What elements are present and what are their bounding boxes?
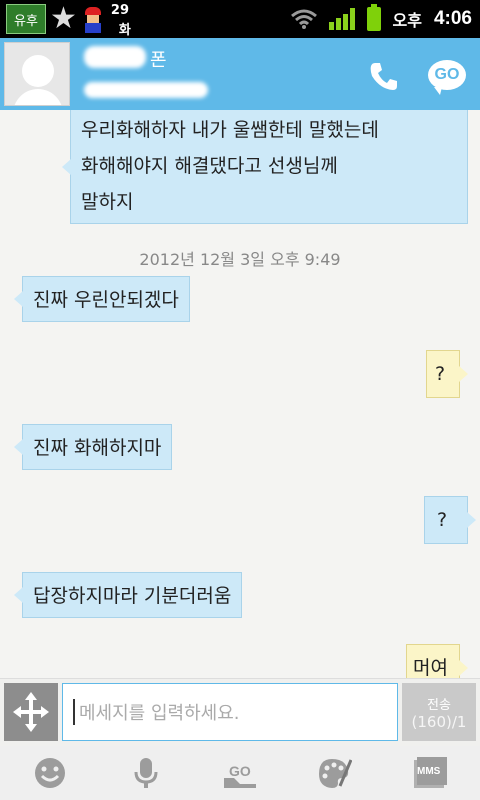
send-label: 전송 bbox=[427, 697, 451, 713]
microphone-icon[interactable] bbox=[128, 756, 164, 790]
message-bubble-outgoing[interactable]: ? bbox=[424, 496, 476, 544]
attachment-toolbar: GO MMS bbox=[0, 746, 480, 800]
star-icon: ★ bbox=[50, 1, 77, 36]
message-text: 진짜 우린안되겠다 bbox=[33, 289, 179, 311]
message-line: 말하지 bbox=[81, 191, 134, 213]
system-icons: 오후 4:06 bbox=[290, 4, 472, 34]
contact-name-redacted bbox=[84, 46, 146, 68]
wifi-icon bbox=[290, 9, 317, 29]
mms-icon[interactable]: MMS bbox=[412, 756, 448, 790]
conversation-header: 폰 GO bbox=[0, 38, 480, 110]
notification-icons: 유후 ★ 29 화 bbox=[6, 1, 139, 38]
mario-icon bbox=[81, 5, 107, 33]
app-badge-label: 유후 bbox=[14, 13, 38, 29]
message-text: 진짜 화해하지마 bbox=[33, 437, 162, 459]
calendar-weekday: 화 bbox=[118, 23, 131, 38]
svg-text:GO: GO bbox=[229, 763, 251, 779]
app-notification-icon: 유후 bbox=[6, 4, 46, 34]
message-bubble-incoming[interactable]: 답장하지마라 기분더러움 bbox=[13, 572, 243, 618]
text-caret bbox=[73, 699, 75, 725]
message-input-placeholder: 메세지를 입력하세요. bbox=[79, 703, 240, 724]
clock-time: 4:06 bbox=[433, 8, 472, 29]
char-count: (160)/1 bbox=[411, 712, 467, 731]
message-line: 우리화해하자 내가 울쌤한테 말했는데 bbox=[81, 119, 379, 141]
message-list[interactable]: 우리화해하자 내가 울쌤한테 말했는데 화해해야지 해결댔다고 선생님께 말하지… bbox=[0, 110, 480, 678]
calendar-date-icon: 29 화 bbox=[110, 3, 139, 38]
message-bubble-incoming[interactable]: 진짜 우린안되겠다 bbox=[14, 276, 190, 322]
message-text: 답장하지마라 기분더러움 bbox=[33, 585, 232, 607]
message-text: ? bbox=[437, 509, 448, 531]
signal-strength-icon bbox=[328, 8, 355, 30]
message-input[interactable]: 메세지를 입력하세요. bbox=[62, 683, 398, 741]
message-bubble-incoming[interactable]: 진짜 화해하지마 bbox=[13, 424, 173, 470]
status-bar: 유후 ★ 29 화 오후 4:06 bbox=[0, 0, 480, 38]
message-timestamp: 2012년 12월 3일 오후 9:49 bbox=[139, 250, 341, 269]
sms-conversation-screen: 유후 ★ 29 화 오후 4:06 폰 GO 우리화해하자 내가 울쌤한테 말했… bbox=[0, 0, 480, 800]
battery-icon bbox=[366, 4, 381, 31]
go-share-icon[interactable]: GO bbox=[222, 756, 258, 790]
send-button[interactable]: 전송 (160)/1 bbox=[402, 683, 476, 741]
emoticon-icon[interactable] bbox=[32, 756, 68, 790]
message-text: 머여 bbox=[413, 657, 448, 678]
go-button[interactable]: GO bbox=[428, 60, 466, 95]
go-label: GO bbox=[434, 66, 460, 83]
clock-ampm: 오후 bbox=[392, 11, 422, 30]
mms-label: MMS bbox=[417, 766, 441, 777]
contact-name-suffix: 폰 bbox=[150, 50, 167, 71]
contact-number-redacted bbox=[84, 82, 208, 98]
message-bubble-outgoing[interactable]: 머여 bbox=[406, 644, 468, 678]
paint-palette-icon[interactable] bbox=[316, 756, 352, 790]
phone-call-icon[interactable] bbox=[366, 58, 402, 94]
composer-bar: 메세지를 입력하세요. 전송 (160)/1 bbox=[0, 678, 480, 746]
move-arrows-icon[interactable] bbox=[4, 683, 58, 741]
calendar-day: 29 bbox=[110, 3, 129, 18]
message-line: 화해해야지 해결댔다고 선생님께 bbox=[81, 155, 338, 177]
message-bubble-incoming[interactable]: 우리화해하자 내가 울쌤한테 말했는데 화해해야지 해결댔다고 선생님께 말하지 bbox=[62, 110, 468, 224]
message-text: ? bbox=[435, 363, 446, 385]
message-bubble-outgoing[interactable]: ? bbox=[426, 350, 468, 398]
contact-avatar[interactable] bbox=[4, 42, 70, 106]
